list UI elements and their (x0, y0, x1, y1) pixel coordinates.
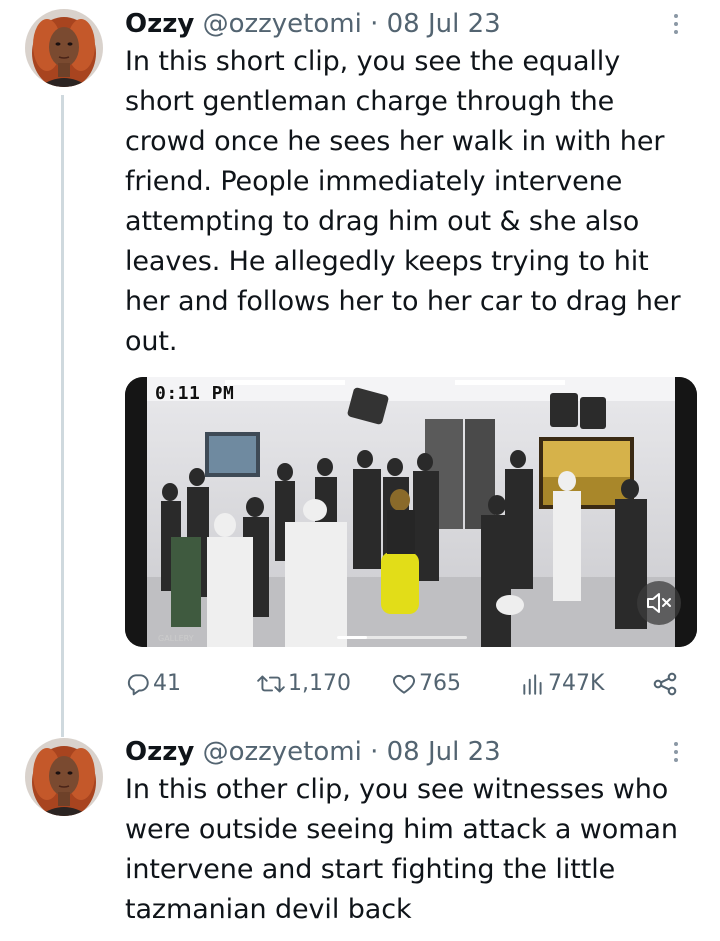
share-button[interactable] (651, 666, 679, 702)
separator-dot: · (370, 737, 379, 767)
views-count: 747K (548, 671, 605, 696)
like-count: 765 (419, 671, 461, 696)
reply-icon (127, 674, 149, 696)
tweet-1[interactable]: Ozzy @ozzyetomi · 08 Jul 23 In this shor… (0, 0, 720, 720)
video-timestamp-overlay: 0:11 PM (155, 383, 235, 404)
tweet-header: Ozzy @ozzyetomi · 08 Jul 23 (125, 735, 694, 769)
tweet-header: Ozzy @ozzyetomi · 08 Jul 23 (125, 7, 694, 41)
heart-icon (393, 674, 415, 694)
like-button[interactable]: 765 (391, 666, 461, 702)
video-player[interactable]: 0:11 PM GALLERY (125, 377, 697, 647)
tweet-text: In this other clip, you see witnesses wh… (125, 774, 678, 925)
author-name[interactable]: Ozzy (125, 737, 194, 767)
retweet-icon (257, 675, 285, 693)
author-handle[interactable]: @ozzyetomi (203, 9, 362, 39)
author-handle[interactable]: @ozzyetomi (203, 737, 362, 767)
video-watermark: GALLERY (158, 634, 194, 643)
tweet-2[interactable]: Ozzy @ozzyetomi · 08 Jul 23 In this othe… (0, 720, 720, 941)
avatar[interactable] (25, 9, 103, 87)
more-options-icon[interactable] (666, 7, 686, 41)
avatar-image (25, 738, 103, 816)
tweet-text: In this short clip, you see the equally … (125, 46, 681, 357)
views-icon (523, 674, 542, 695)
separator-dot: · (370, 9, 379, 39)
author-name[interactable]: Ozzy (125, 9, 194, 39)
share-icon (653, 672, 677, 696)
reply-button[interactable]: 41 (125, 666, 181, 702)
video-progress-fill (337, 636, 367, 639)
avatar-image (25, 9, 103, 87)
retweet-button[interactable]: 1,170 (256, 666, 351, 702)
more-options-icon[interactable] (666, 735, 686, 769)
video-progress-bar[interactable] (337, 636, 467, 639)
tweet-date[interactable]: 08 Jul 23 (387, 737, 501, 767)
video-frame (125, 377, 697, 647)
tweet-actions-bar: 41 1,170 765 747K (125, 666, 695, 702)
avatar[interactable] (25, 738, 103, 816)
tweet-date[interactable]: 08 Jul 23 (387, 9, 501, 39)
retweet-count: 1,170 (288, 671, 351, 696)
reply-count: 41 (153, 671, 181, 696)
mute-icon[interactable] (637, 581, 681, 625)
views-button[interactable]: 747K (520, 666, 604, 702)
